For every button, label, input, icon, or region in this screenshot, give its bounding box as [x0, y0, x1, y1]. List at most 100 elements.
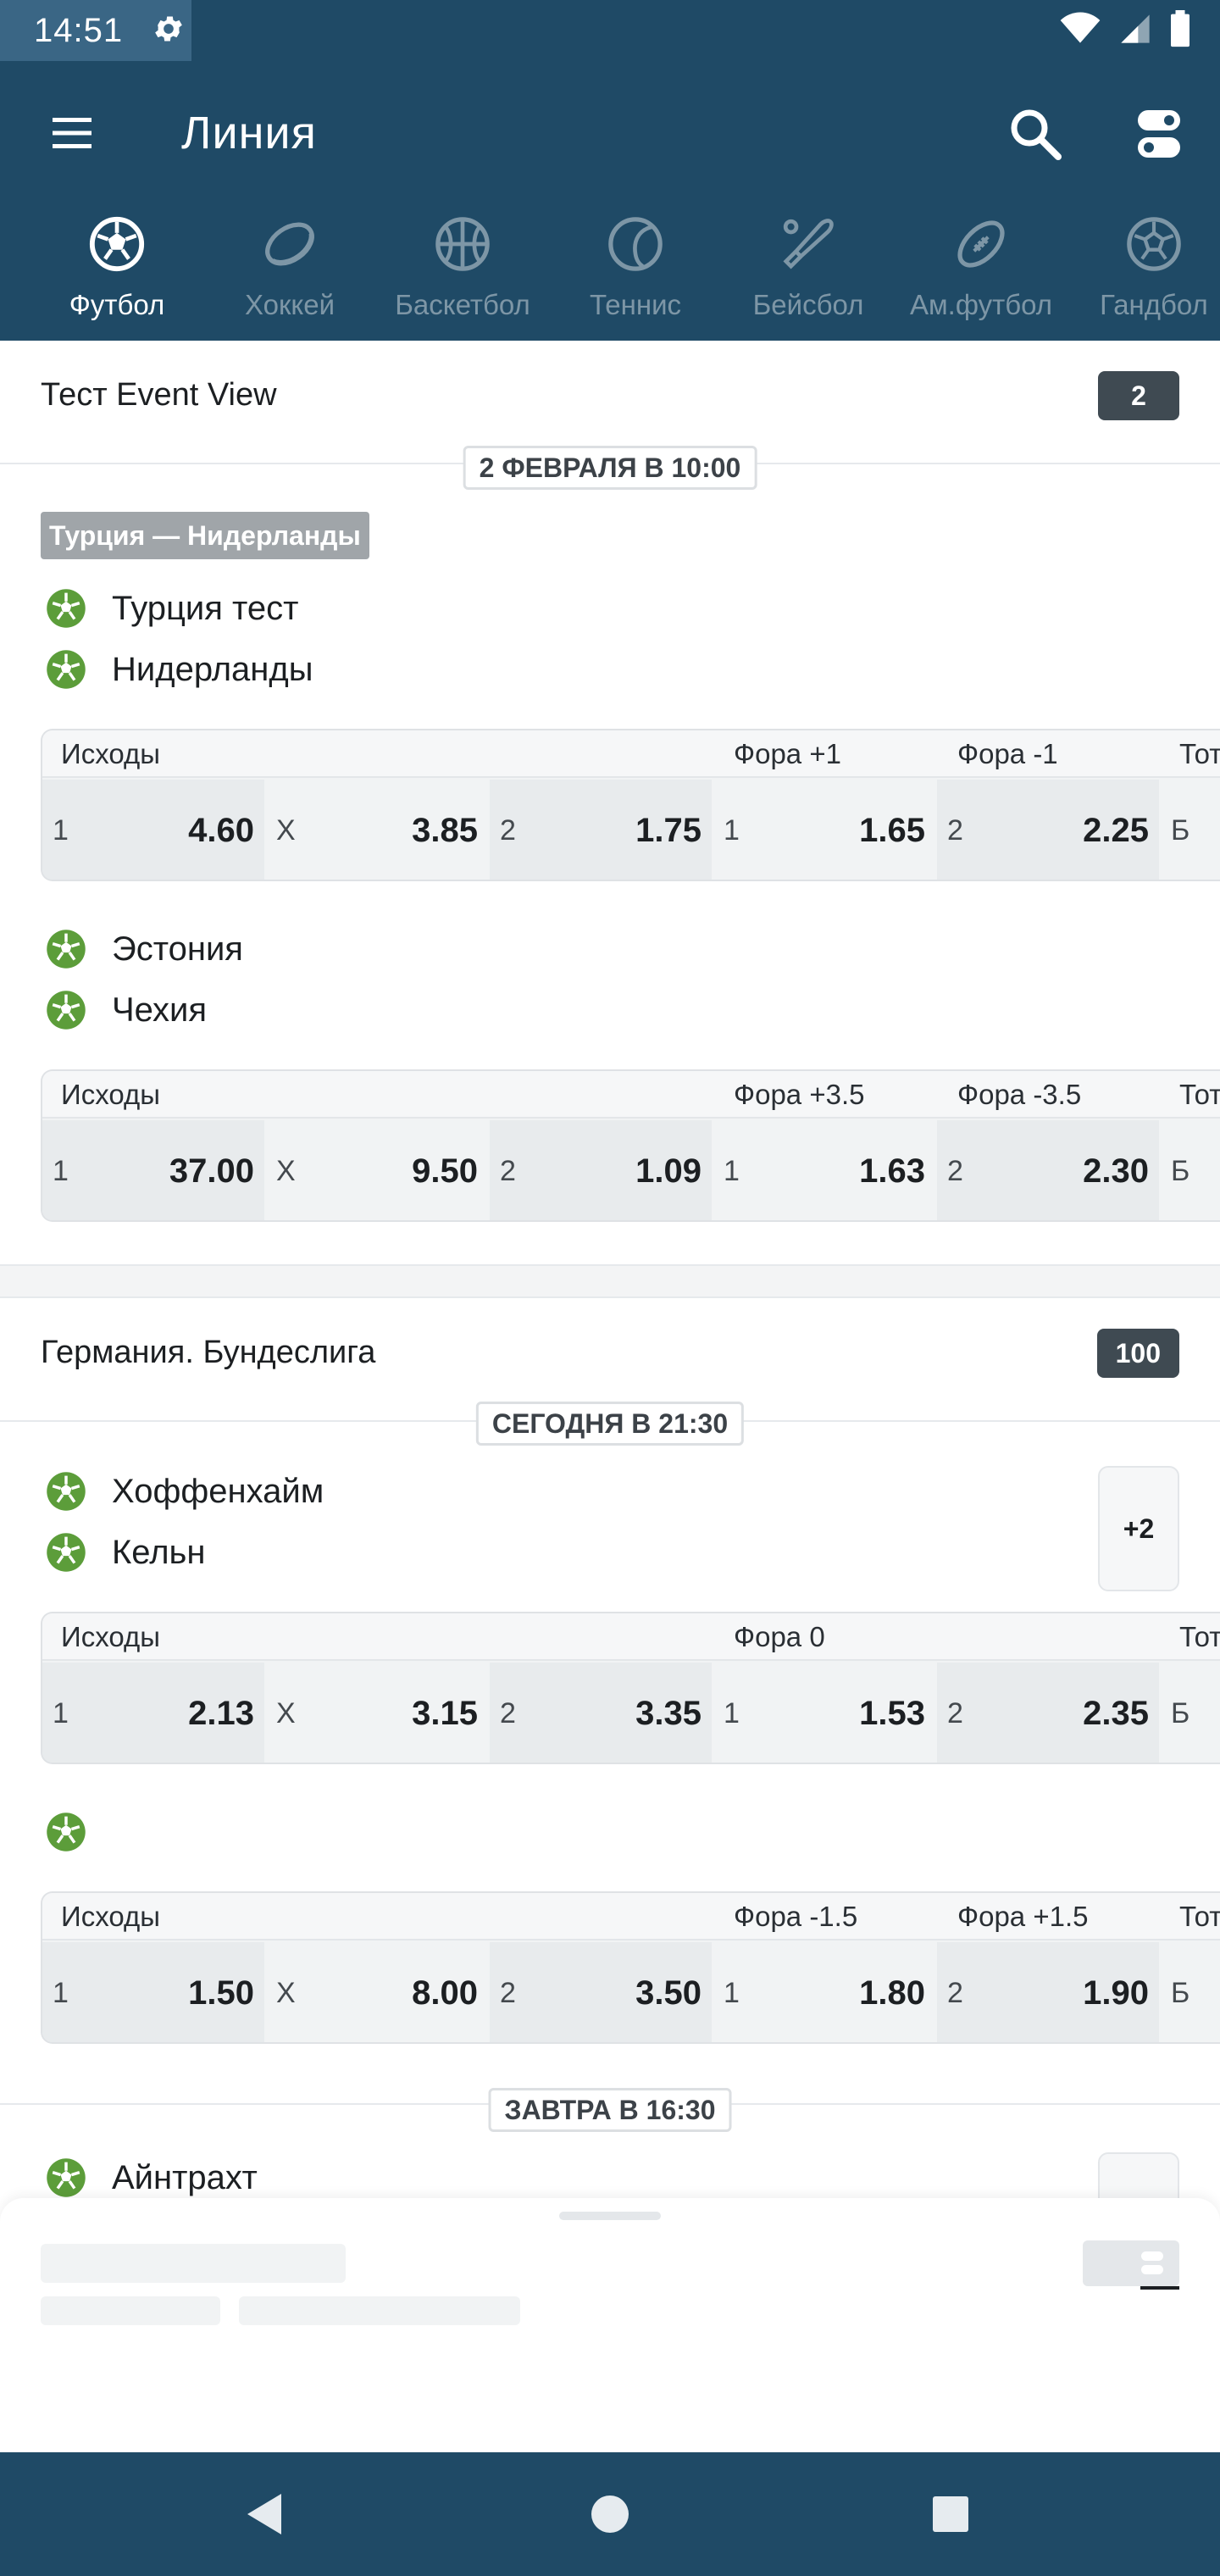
market-title: Фора -3.5 [957, 1079, 1082, 1110]
league-count-badge: 2 [1098, 371, 1179, 420]
odds-button[interactable]: 2 2.30 [937, 1120, 1159, 1220]
search-icon [1011, 109, 1062, 160]
home-button[interactable] [551, 2452, 669, 2576]
odds-label: 1 [53, 1697, 69, 1729]
odds-button[interactable]: 2 1.90 [937, 1942, 1159, 2042]
odds-button[interactable]: 2 3.35 [490, 1663, 712, 1763]
sheet-drag-handle[interactable] [559, 2212, 661, 2220]
odds-label: 1 [53, 814, 69, 847]
team-name: Нидерланды [112, 651, 313, 688]
market-title: Фора +3.5 [734, 1079, 865, 1110]
odds-row: 1 37.00 X 9.50 2 1.09 1 1.63 2 2.30 Б [42, 1120, 1220, 1220]
team-row[interactable] [41, 1807, 112, 1857]
odds-button[interactable]: 1 1.63 [713, 1120, 935, 1220]
market-header: Исходы Фора +1 Фора -1 Тот [42, 730, 1220, 778]
odds-button[interactable]: 1 4.60 [42, 780, 264, 880]
odds-label: X [276, 1155, 296, 1187]
odds-button[interactable]: 2 2.35 [937, 1663, 1159, 1763]
team-row[interactable]: Эстония [41, 924, 243, 974]
odds-button[interactable]: 1 1.65 [713, 780, 935, 880]
team-name: Кельн [112, 1534, 206, 1571]
odds-label: 2 [500, 814, 516, 847]
soccer-ball-icon [41, 985, 92, 1035]
market-title: Фора 0 [734, 1621, 825, 1652]
tab-handball[interactable]: Гандбол [1068, 203, 1220, 341]
american-football-icon [949, 212, 1013, 276]
status-bar-right [1059, 0, 1191, 61]
back-icon [247, 2494, 281, 2534]
skeleton-placeholder [41, 2244, 346, 2283]
odds-button[interactable]: 1 1.50 [42, 1942, 264, 2042]
skeleton-placeholder [41, 2296, 220, 2325]
team-row[interactable]: Турция тест [41, 583, 298, 634]
soccer-ball-icon [41, 924, 92, 974]
odds-market: Исходы Фора +1 Фора -1 Тот 1 4.60 X 3.85 2… [41, 729, 1220, 881]
odds-button[interactable]: Б [1161, 1663, 1220, 1763]
team-row[interactable]: Айнтрахт [41, 2152, 258, 2203]
odds-button[interactable]: 2 3.50 [490, 1942, 712, 2042]
menu-button[interactable] [42, 105, 102, 161]
toggle-filter-icon [1140, 2251, 1164, 2280]
odds-button[interactable]: 2 1.09 [490, 1120, 712, 1220]
search-button[interactable] [1001, 100, 1069, 168]
app-bar: Линия [0, 61, 1220, 203]
team-row[interactable]: Хоффенхайм [41, 1466, 324, 1517]
odds-row: 1 1.50 X 8.00 2 3.50 1 1.80 2 1.90 Б [42, 1942, 1220, 2042]
odds-label: 2 [947, 1155, 963, 1187]
tab-hockey[interactable]: Хоккей [203, 203, 376, 341]
odds-value: 8.00 [412, 1974, 478, 2012]
filter-toggle-button[interactable] [1123, 100, 1195, 168]
tab-label: Теннис [589, 289, 682, 320]
odds-button[interactable]: X 9.50 [266, 1120, 488, 1220]
status-time: 14:51 [34, 11, 124, 49]
odds-label: 1 [724, 1977, 740, 2009]
odds-value: 1.09 [635, 1152, 702, 1190]
app-screen: 14:51 Линия Футбол Хоккей Баскетбол Тенн… [0, 0, 1220, 2576]
odds-label: 2 [947, 814, 963, 847]
odds-button[interactable]: 1 2.13 [42, 1663, 264, 1763]
odds-button[interactable]: 2 2.25 [937, 780, 1159, 880]
more-markets-button[interactable]: +2 [1098, 1466, 1179, 1591]
odds-button[interactable]: Б [1161, 780, 1220, 880]
menu-icon [53, 118, 92, 148]
section-divider [0, 1264, 1220, 1298]
event-date: СЕГОДНЯ В 21:30 [475, 1402, 745, 1446]
market-header: Исходы Фора -1.5 Фора +1.5 Тот [42, 1893, 1220, 1940]
odds-button[interactable]: 1 1.80 [713, 1942, 935, 2042]
odds-button[interactable]: X 3.85 [266, 780, 488, 880]
basketball-icon [430, 212, 495, 276]
event-date: 2 ФЕВРАЛЯ В 10:00 [463, 446, 757, 490]
odds-button[interactable]: Б [1161, 1120, 1220, 1220]
tab-american-football[interactable]: Ам.футбол [895, 203, 1068, 341]
bottom-sheet[interactable] [0, 2198, 1220, 2452]
odds-button[interactable]: 2 1.75 [490, 780, 712, 880]
baseball-bat-icon [776, 212, 840, 276]
odds-value: 1.65 [859, 812, 925, 849]
recents-button[interactable] [891, 2452, 1010, 2576]
odds-button[interactable]: Б [1161, 1942, 1220, 2042]
team-row[interactable]: Чехия [41, 985, 207, 1035]
skeleton-placeholder [239, 2296, 520, 2325]
back-button[interactable] [205, 2452, 324, 2576]
team-row[interactable]: Нидерланды [41, 644, 313, 695]
skeleton-placeholder [1083, 2240, 1179, 2286]
odds-label: 2 [500, 1977, 516, 2009]
odds-value: 9.50 [412, 1152, 478, 1190]
tab-baseball[interactable]: Бейсбол [722, 203, 895, 341]
odds-label: Б [1171, 1697, 1190, 1729]
tab-label: Бейсбол [752, 289, 864, 320]
tab-football[interactable]: Футбол [30, 203, 203, 341]
underline-indicator [1140, 2286, 1179, 2290]
odds-button[interactable]: 1 1.53 [713, 1663, 935, 1763]
odds-button[interactable]: 1 37.00 [42, 1120, 264, 1220]
odds-market: Исходы Фора -1.5 Фора +1.5 Тот 1 1.50 X 8.… [41, 1891, 1220, 2044]
odds-button[interactable]: X 3.15 [266, 1663, 488, 1763]
league-count-badge: 100 [1096, 1329, 1179, 1378]
market-title: Исходы [61, 1079, 160, 1110]
odds-button[interactable]: X 8.00 [266, 1942, 488, 2042]
tab-basketball[interactable]: Баскетбол [376, 203, 549, 341]
tab-tennis[interactable]: Теннис [549, 203, 722, 341]
recents-icon [933, 2496, 968, 2532]
odds-value: 3.50 [635, 1974, 702, 2012]
team-row[interactable]: Кельн [41, 1527, 206, 1578]
